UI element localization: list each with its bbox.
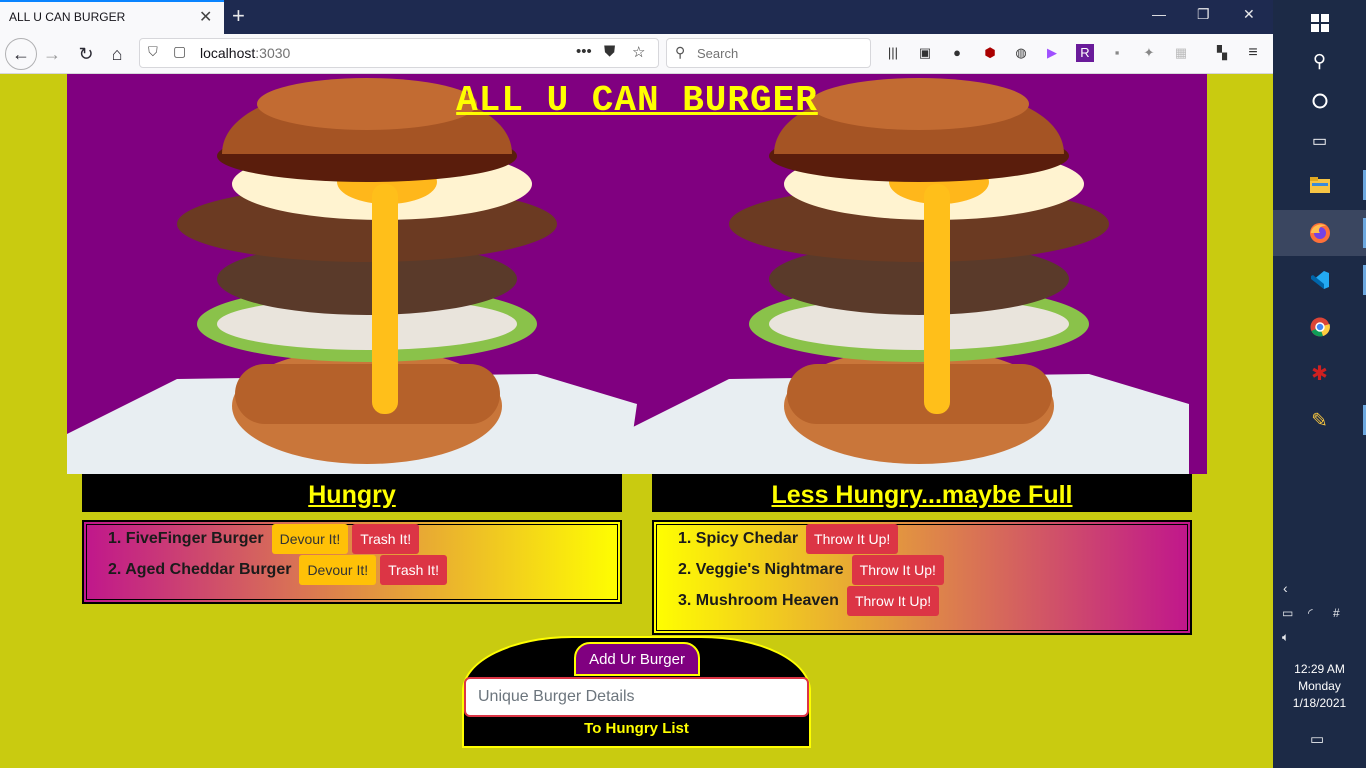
account-icon[interactable]: ● xyxy=(948,44,966,62)
list-item: 2. Aged Cheddar Burger Devour It! Trash … xyxy=(108,555,447,585)
url-text[interactable]: localhost:3030 xyxy=(200,45,290,61)
windows-logo-icon xyxy=(1310,14,1329,32)
burger-name: 2. Aged Cheddar Burger xyxy=(108,561,292,578)
page-actions-icon[interactable]: ••• xyxy=(576,43,592,60)
ublock-icon[interactable]: ⬢ xyxy=(981,44,999,62)
notifications-icon[interactable]: ▭ xyxy=(1310,730,1324,748)
add-burger-form: Add Ur Burger To Hungry List xyxy=(462,636,811,748)
add-burger-label: Add Ur Burger xyxy=(574,642,700,676)
burger-name: 3. Mushroom Heaven xyxy=(678,592,839,609)
library-icon[interactable]: ||| xyxy=(884,44,902,62)
page-title: ALL U CAN BURGER xyxy=(456,80,818,121)
paint-icon[interactable]: ✎ xyxy=(1273,397,1366,443)
list-item: 2. Veggie's Nightmare Throw It Up! xyxy=(678,555,944,585)
burger-image xyxy=(619,78,1189,474)
windows-taskbar: ⚲ ▭ ✱ ✎ ‹ ▭ ◜ # 🔈︎ 12:29 AM Monday 1/18/… xyxy=(1273,0,1366,768)
burger-name: 1. FiveFinger Burger xyxy=(108,530,264,547)
page-info-icon[interactable]: ▢ xyxy=(173,43,186,60)
burger-details-input[interactable] xyxy=(464,677,809,717)
devour-button[interactable]: Devour It! xyxy=(299,555,377,585)
menu-icon[interactable]: ≡ xyxy=(1244,44,1262,62)
vscode-icon[interactable] xyxy=(1273,257,1366,303)
restore-icon[interactable]: ❐ xyxy=(1197,6,1210,23)
firefox-icon[interactable] xyxy=(1273,210,1366,256)
chrome-icon[interactable] xyxy=(1273,304,1366,350)
clock[interactable]: 12:29 AM Monday 1/18/2021 xyxy=(1273,661,1366,712)
full-header: Less Hungry...maybe Full xyxy=(652,474,1192,512)
throw-up-button[interactable]: Throw It Up! xyxy=(851,555,944,585)
list-item: 3. Mushroom Heaven Throw It Up! xyxy=(678,586,940,616)
trash-button[interactable]: Trash It! xyxy=(352,524,420,554)
list-item: 1. Spicy Chedar Throw It Up! xyxy=(678,524,899,554)
hungry-header: Hungry xyxy=(82,474,622,512)
search-input[interactable]: Search xyxy=(697,46,738,61)
wifi-icon[interactable]: ◜ xyxy=(1308,606,1313,620)
new-tab-icon[interactable]: + xyxy=(232,3,245,29)
full-list: 1. Spicy Chedar Throw It Up! 2. Veggie's… xyxy=(652,520,1192,635)
bookmark-star-icon[interactable]: ☆ xyxy=(632,43,645,61)
extension-icon[interactable]: ▦ xyxy=(1172,44,1190,62)
tracking-shield-icon[interactable]: ⛉ xyxy=(148,44,158,60)
browser-tab[interactable]: ALL U CAN BURGER ✕ xyxy=(0,0,224,34)
list-item: 1. FiveFinger Burger Devour It! Trash It… xyxy=(108,524,420,554)
hungry-list: 1. FiveFinger Burger Devour It! Trash It… xyxy=(82,520,622,604)
task-view-icon[interactable]: ▭ xyxy=(1273,118,1366,164)
sidebar-icon[interactable]: ▣ xyxy=(916,44,934,62)
extensions-menu-icon[interactable]: ▚ xyxy=(1213,44,1231,62)
volume-icon[interactable]: 🔈︎ xyxy=(1282,630,1289,645)
burger-name: 2. Veggie's Nightmare xyxy=(678,561,844,578)
battery-icon[interactable]: ▭ xyxy=(1282,606,1293,620)
extension-icon[interactable]: ◍ xyxy=(1012,44,1030,62)
browser-nav-bar: ← → ↻ ⌂ ⛉ ▢ localhost:3030 ••• ⛊ ☆ ⚲ Sea… xyxy=(0,34,1273,74)
to-hungry-list-button[interactable]: To Hungry List xyxy=(464,720,809,737)
back-icon[interactable]: ← xyxy=(5,38,37,70)
burger-name: 1. Spicy Chedar xyxy=(678,530,799,547)
throw-up-button[interactable]: Throw It Up! xyxy=(806,524,899,554)
tab-title: ALL U CAN BURGER xyxy=(9,10,126,24)
burger-image xyxy=(67,78,637,474)
app-icon[interactable]: ✱ xyxy=(1273,350,1366,396)
tab-close-icon[interactable]: ✕ xyxy=(199,7,212,27)
clock-time: 12:29 AM xyxy=(1294,662,1345,676)
reload-icon[interactable]: ↻ xyxy=(72,40,100,68)
slack-icon[interactable]: # xyxy=(1333,606,1340,620)
search-icon: ⚲ xyxy=(675,44,686,60)
extension-icon[interactable]: ✦ xyxy=(1140,44,1158,62)
file-explorer-icon[interactable] xyxy=(1273,162,1366,208)
extension-icon[interactable]: R xyxy=(1076,44,1094,62)
extension-icon[interactable]: ▶ xyxy=(1043,44,1061,62)
devour-button[interactable]: Devour It! xyxy=(271,524,349,554)
clock-day: Monday xyxy=(1298,679,1341,693)
clock-date: 1/18/2021 xyxy=(1292,696,1347,710)
throw-up-button[interactable]: Throw It Up! xyxy=(846,586,940,616)
home-icon[interactable]: ⌂ xyxy=(103,40,131,68)
minimize-icon[interactable]: — xyxy=(1152,6,1166,22)
hero-banner: ALL U CAN BURGER xyxy=(67,74,1207,474)
pocket-icon[interactable]: ⛊ xyxy=(604,43,615,60)
forward-icon[interactable]: → xyxy=(38,40,66,68)
close-window-icon[interactable]: ✕ xyxy=(1243,6,1255,23)
show-hidden-icons-icon[interactable]: ‹ xyxy=(1283,580,1288,596)
extension-icon[interactable]: ▪ xyxy=(1108,44,1126,62)
search-bar[interactable]: ⚲ Search xyxy=(666,38,871,68)
url-bar[interactable]: ⛉ ▢ localhost:3030 ••• ⛊ ☆ xyxy=(139,38,659,68)
browser-tab-bar: ALL U CAN BURGER ✕ + — ❐ ✕ xyxy=(0,0,1273,34)
trash-button[interactable]: Trash It! xyxy=(380,555,447,585)
